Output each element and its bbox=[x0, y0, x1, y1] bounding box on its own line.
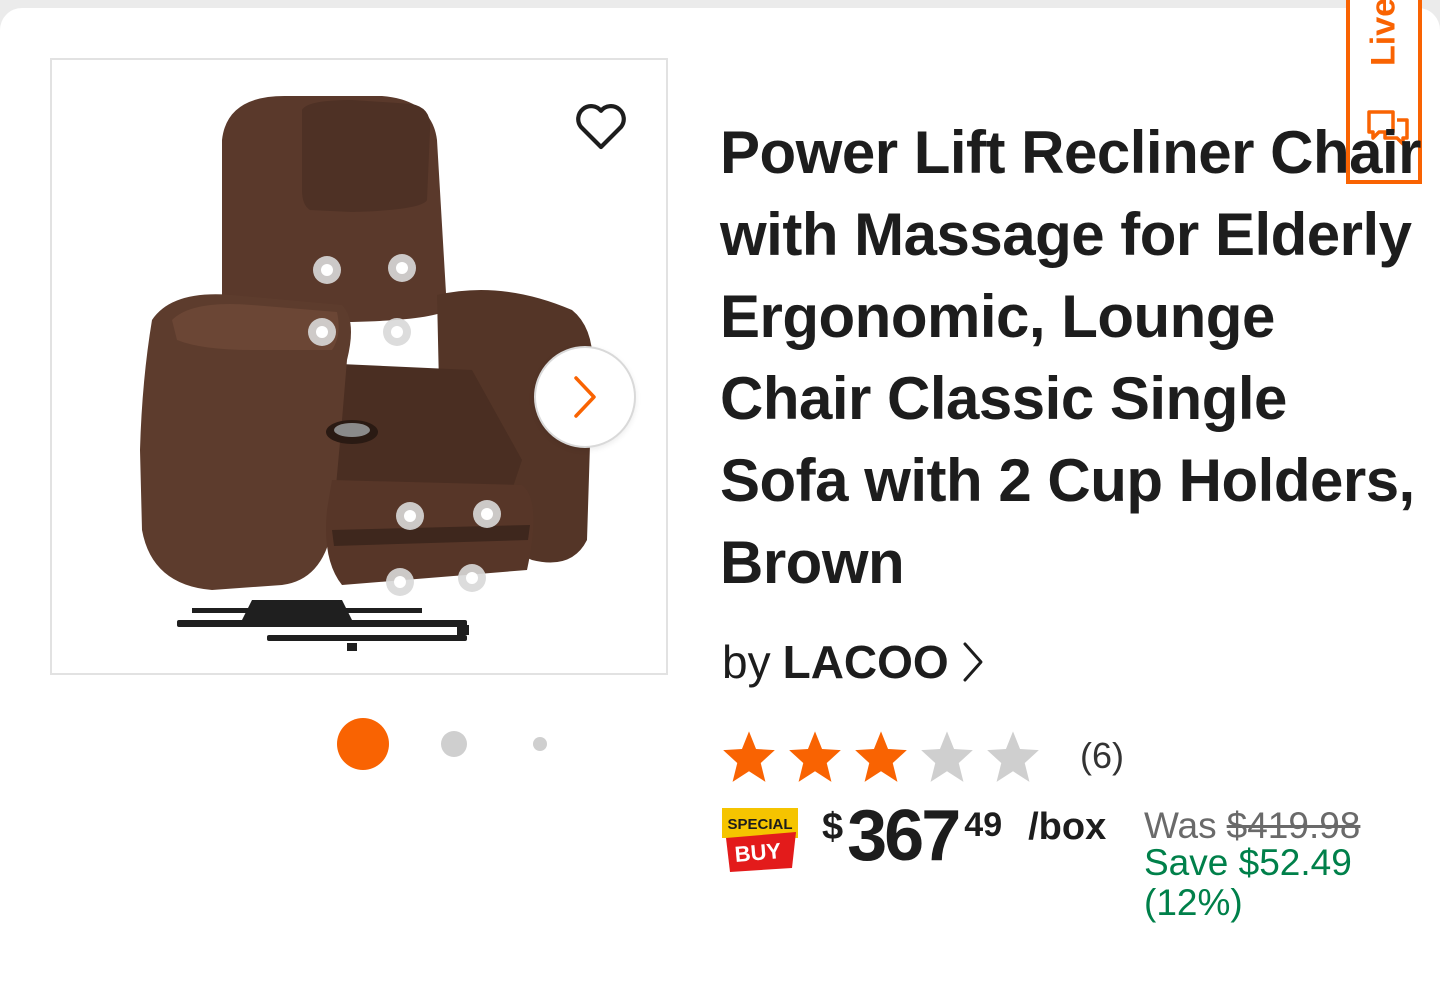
star-rating bbox=[720, 729, 1050, 783]
savings-text: Save $52.49 (12%) bbox=[1144, 842, 1352, 923]
price-unit: /box bbox=[1028, 806, 1107, 848]
star-icon bbox=[789, 731, 841, 782]
chevron-right-icon bbox=[574, 376, 596, 418]
review-count: (6) bbox=[1080, 735, 1124, 776]
badge-line1: SPECIAL bbox=[727, 816, 792, 833]
special-buy-badge: SPECIAL BUY bbox=[722, 808, 798, 872]
product-title: Power Lift Recliner Chair with Massage f… bbox=[720, 119, 1422, 596]
star-icon bbox=[723, 731, 775, 782]
favorite-button[interactable] bbox=[571, 96, 631, 156]
was-label: Was bbox=[1144, 805, 1217, 846]
rating-summary[interactable]: (6) bbox=[720, 726, 1124, 786]
gallery-dot[interactable] bbox=[533, 737, 547, 751]
star-icon bbox=[855, 731, 907, 782]
star-icon bbox=[987, 731, 1039, 782]
was-price: Was $419.98 bbox=[1144, 805, 1360, 847]
price-dollars: 367 bbox=[847, 796, 961, 876]
price: $ 367 49 /box bbox=[822, 800, 1106, 872]
brand-name: LACOO bbox=[782, 636, 949, 688]
live-chat-label: Live bbox=[1364, 0, 1403, 67]
badge-line2: BUY bbox=[734, 838, 783, 867]
brand-link[interactable]: by LACOO bbox=[722, 632, 985, 692]
price-cents: 49 bbox=[964, 806, 1003, 844]
chevron-right-icon bbox=[961, 640, 985, 684]
heart-icon bbox=[576, 104, 626, 150]
gallery-dot-active[interactable] bbox=[337, 718, 389, 770]
gallery-dot[interactable] bbox=[441, 731, 467, 757]
gallery-next-button[interactable] bbox=[534, 346, 636, 448]
was-amount: $419.98 bbox=[1226, 805, 1361, 846]
star-icon bbox=[921, 731, 973, 782]
price-currency: $ bbox=[822, 806, 844, 848]
by-label: by bbox=[722, 636, 771, 688]
